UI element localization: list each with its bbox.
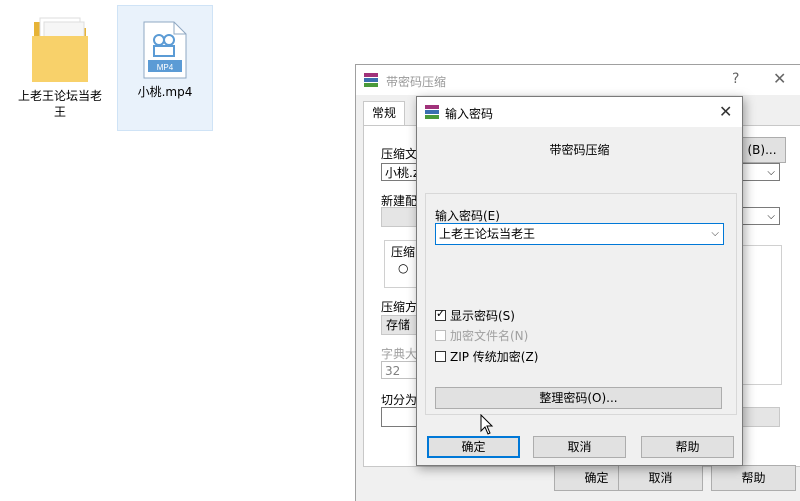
archive-help-button[interactable]: 帮助 (711, 465, 796, 491)
zip-legacy-checkbox[interactable]: ZIP 传统加密(Z) (435, 348, 538, 365)
show-password-label: 显示密码(S) (450, 309, 515, 323)
password-input[interactable]: 上老王论坛当老王 ⌵ (435, 223, 724, 245)
password-dialog-titlebar: 输入密码 ✕ (417, 97, 742, 127)
browse-button[interactable]: (B)... (738, 137, 786, 163)
password-dialog: 输入密码 ✕ 带密码压缩 输入密码(E) 上老王论坛当老王 ⌵ 显示密码(S) … (416, 96, 743, 466)
split-field[interactable] (381, 407, 421, 427)
show-password-checkbox[interactable]: 显示密码(S) (435, 307, 515, 324)
folder-icon (32, 17, 88, 82)
dict-select[interactable]: 32 (381, 361, 421, 379)
zip-legacy-label: ZIP 传统加密(Z) (450, 350, 539, 364)
profile-button[interactable] (381, 207, 421, 227)
manage-passwords-button[interactable]: 整理密码(O)... (435, 387, 722, 409)
password-dialog-subtitle: 带密码压缩 (549, 143, 610, 157)
archive-cancel-button[interactable]: 取消 (618, 465, 703, 491)
winrar-icon (425, 105, 439, 119)
method-select[interactable]: 存储 (381, 315, 421, 335)
desktop-folder-icon[interactable]: 上老王论坛当老王 (14, 8, 106, 120)
archive-dialog-titlebar: 带密码压缩 ? ✕ (356, 65, 800, 95)
archive-name-dropdown[interactable]: ⌵ (738, 163, 780, 181)
checkbox-icon (435, 351, 446, 362)
ok-button[interactable]: 确定 (427, 436, 520, 458)
close-icon[interactable]: ✕ (773, 69, 786, 88)
password-dialog-title: 输入密码 (445, 107, 494, 121)
format-label: 压缩 (391, 243, 416, 260)
file-label: 小桃.mp4 (137, 85, 193, 99)
folder-label: 上老王论坛当老王 (17, 89, 102, 119)
encrypt-filenames-label: 加密文件名(N) (450, 329, 529, 343)
archive-name-label: 压缩文 (381, 147, 418, 161)
tab-general[interactable]: 常规 (363, 101, 405, 126)
mp4-badge: MP4 (157, 63, 174, 72)
checkbox-icon (435, 330, 446, 341)
archive-name-field[interactable]: 小桃.z (381, 163, 421, 181)
winrar-icon (364, 73, 378, 87)
help-button[interactable]: 帮助 (641, 436, 734, 458)
set-password-button[interactable] (738, 407, 780, 427)
chevron-down-icon: ⌵ (767, 167, 775, 178)
password-value: 上老王论坛当老王 (439, 227, 536, 241)
help-icon[interactable]: ? (732, 71, 739, 87)
archive-dialog-title: 带密码压缩 (386, 75, 447, 89)
checkbox-checked-icon (435, 307, 446, 321)
encrypt-filenames-checkbox[interactable]: 加密文件名(N) (435, 327, 528, 344)
mouse-cursor-icon (480, 414, 494, 435)
method-label: 压缩方 (381, 300, 418, 314)
password-label: 输入密码(E) (435, 209, 500, 223)
close-icon[interactable]: ✕ (719, 102, 732, 121)
dict-label: 字典大 (381, 347, 418, 361)
update-mode-dropdown[interactable]: ⌵ (738, 207, 780, 225)
chevron-down-icon[interactable]: ⌵ (711, 224, 719, 244)
split-label: 切分为 (381, 393, 418, 407)
cancel-button[interactable]: 取消 (533, 436, 626, 458)
options-group (738, 245, 782, 385)
chevron-down-icon: ⌵ (767, 211, 775, 222)
desktop-file-mp4[interactable]: MP4 小桃.mp4 (117, 5, 213, 131)
radio-format[interactable]: ○ (398, 261, 408, 275)
video-file-icon: MP4 (143, 21, 187, 79)
